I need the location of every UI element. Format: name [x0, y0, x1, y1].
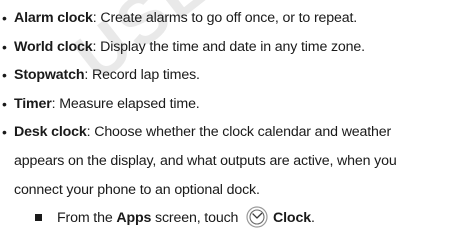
term: Desk clock: [14, 124, 87, 141]
document-body: • Alarm clock: Create alarms to go off o…: [0, 0, 468, 233]
step-prefix: From the: [57, 210, 117, 227]
description: : Create alarms to go off once, or to re…: [92, 10, 358, 26]
term: World clock: [14, 38, 93, 55]
list-item-alarm-clock: • Alarm clock: Create alarms to go off o…: [2, 4, 468, 33]
list-item-world-clock: • World clock: Display the time and date…: [2, 33, 468, 62]
bullet: •: [2, 67, 7, 84]
clock-icon: [246, 206, 268, 228]
term: Timer: [14, 95, 52, 112]
list-item-timer: • Timer: Measure elapsed time.: [2, 90, 468, 119]
instruction-step: From the Apps screen, touch Clock.: [0, 204, 468, 233]
step-end: .: [310, 210, 315, 227]
desk-clock-continued-line-2: connect your phone to an optional dock.: [14, 181, 260, 198]
bullet: •: [2, 124, 7, 141]
bullet: •: [2, 38, 7, 55]
bullet: •: [2, 95, 7, 112]
description: : Choose whether the clock calendar and …: [86, 124, 392, 141]
description: : Measure elapsed time.: [51, 95, 200, 112]
term: Stopwatch: [14, 67, 85, 84]
apps-label: Apps: [116, 210, 152, 227]
description: : Display the time and date in any time …: [92, 38, 366, 55]
step-middle: screen, touch: [151, 210, 239, 227]
term: Alarm clock: [14, 10, 93, 26]
bullet: •: [2, 10, 7, 26]
square-bullet: [35, 214, 42, 222]
list-item-desk-clock: • Desk clock: Choose whether the clock c…: [2, 118, 468, 147]
clock-label: Clock: [273, 210, 311, 227]
list-item-stopwatch: • Stopwatch: Record lap times.: [2, 61, 468, 90]
desk-clock-continued-line-1: appears on the display, and what outputs…: [14, 152, 397, 169]
description: : Record lap times.: [84, 67, 200, 84]
